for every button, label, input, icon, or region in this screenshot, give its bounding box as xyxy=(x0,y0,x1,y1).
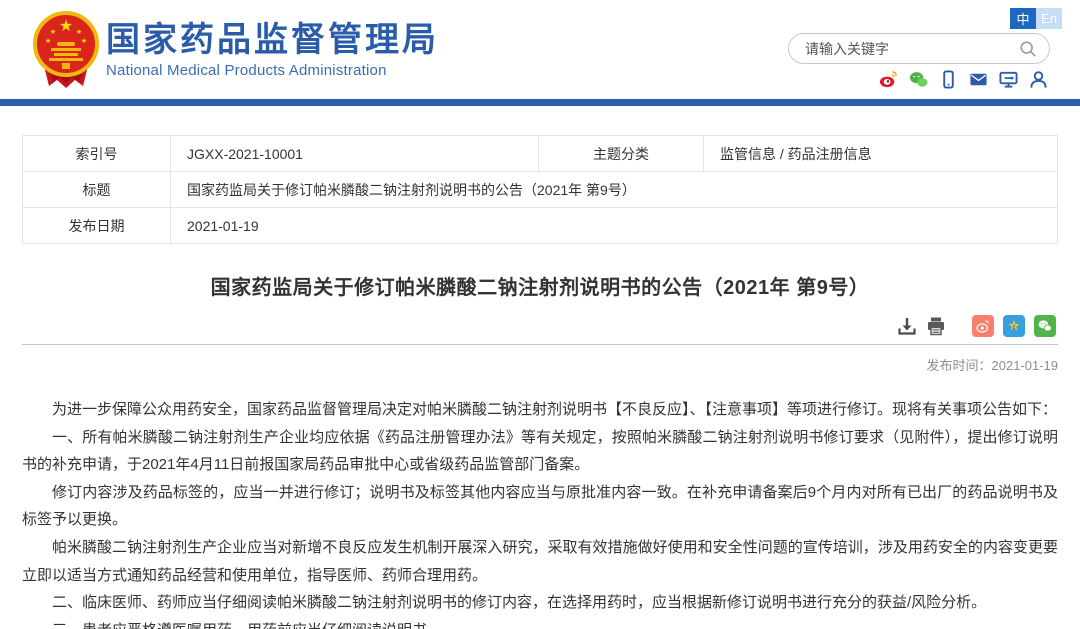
share-weibo-icon[interactable] xyxy=(972,315,994,337)
page-title: 国家药监局关于修订帕米膦酸二钠注射剂说明书的公告（2021年 第9号） xyxy=(22,271,1058,300)
wechat-icon[interactable] xyxy=(909,70,928,89)
paragraph: 帕米膦酸二钠注射剂生产企业应当对新增不良反应发生机制开展深入研究，采取有效措施做… xyxy=(22,534,1058,589)
search-input[interactable] xyxy=(805,41,1019,57)
share-qzone-icon[interactable]: ★ z xyxy=(1003,315,1025,337)
svg-text:★: ★ xyxy=(50,28,56,36)
site-header: ★ ★ ★ ★ ★ 国家药品监督管理局 National Medical Pro… xyxy=(0,0,1080,99)
search-icon[interactable] xyxy=(1019,40,1037,58)
article-actions: ★ z xyxy=(22,315,1058,337)
publish-time-label: 发布时间： xyxy=(926,358,991,373)
article-body: 为进一步保障公众用药安全，国家药品监督管理局决定对帕米膦酸二钠注射剂说明书【不良… xyxy=(22,396,1058,629)
paragraph: 修订内容涉及药品标签的，应当一并进行修订；说明书及标签其他内容应当与原批准内容一… xyxy=(22,479,1058,534)
svg-text:★: ★ xyxy=(59,18,73,35)
lang-zh-button[interactable]: 中 xyxy=(1010,8,1036,29)
content-area: 索引号 JGXX-2021-10001 主题分类 监管信息 / 药品注册信息 标… xyxy=(0,135,1080,629)
title-value: 国家药监局关于修订帕米膦酸二钠注射剂说明书的公告（2021年 第9号） xyxy=(171,172,1058,208)
svg-text:★: ★ xyxy=(81,37,87,45)
svg-text:★: ★ xyxy=(76,28,82,36)
document-info-table: 索引号 JGXX-2021-10001 主题分类 监管信息 / 药品注册信息 标… xyxy=(22,135,1058,244)
topic-category-value: 监管信息 / 药品注册信息 xyxy=(704,136,1058,172)
download-icon[interactable] xyxy=(897,316,917,336)
mobile-icon[interactable] xyxy=(939,70,958,89)
index-number-label: 索引号 xyxy=(23,136,171,172)
site-title-cn: 国家药品监督管理局 xyxy=(106,22,439,59)
svg-text:z: z xyxy=(1012,324,1015,331)
publish-time: 发布时间：2021-01-19 xyxy=(22,355,1058,374)
brand-block: 国家药品监督管理局 National Medical Products Admi… xyxy=(106,22,439,79)
index-number-value: JGXX-2021-10001 xyxy=(171,136,539,172)
national-emblem-logo: ★ ★ ★ ★ ★ xyxy=(33,10,99,92)
paragraph: 为进一步保障公众用药安全，国家药品监督管理局决定对帕米膦酸二钠注射剂说明书【不良… xyxy=(22,396,1058,424)
publish-date-value: 2021-01-19 xyxy=(171,208,1058,244)
message-board-icon[interactable] xyxy=(999,70,1018,89)
language-toggle: 中 En xyxy=(1010,8,1062,29)
paragraph: 二、临床医师、药师应当仔细阅读帕米膦酸二钠注射剂说明书的修订内容，在选择用药时，… xyxy=(22,589,1058,617)
site-title-en: National Medical Products Administration xyxy=(106,62,439,79)
print-icon[interactable] xyxy=(926,316,946,336)
publish-time-value: 2021-01-19 xyxy=(992,358,1059,373)
user-icon[interactable] xyxy=(1029,70,1048,89)
mail-icon[interactable] xyxy=(969,70,988,89)
search-box xyxy=(788,33,1050,64)
svg-text:★: ★ xyxy=(45,37,51,45)
table-row: 标题 国家药监局关于修订帕米膦酸二钠注射剂说明书的公告（2021年 第9号） xyxy=(23,172,1058,208)
weibo-icon[interactable] xyxy=(879,70,898,89)
lang-en-button[interactable]: En xyxy=(1036,8,1062,29)
title-label: 标题 xyxy=(23,172,171,208)
paragraph: 一、所有帕米膦酸二钠注射剂生产企业均应依据《药品注册管理办法》等有关规定，按照帕… xyxy=(22,424,1058,479)
publish-date-label: 发布日期 xyxy=(23,208,171,244)
title-divider xyxy=(22,344,1058,345)
header-divider-bar xyxy=(0,99,1080,106)
topic-category-label: 主题分类 xyxy=(539,136,704,172)
paragraph: 三、患者应严格遵医嘱用药，用药前应当仔细阅读说明书。 xyxy=(22,617,1058,629)
share-wechat-icon[interactable] xyxy=(1034,315,1056,337)
table-row: 发布日期 2021-01-19 xyxy=(23,208,1058,244)
page: ★ ★ ★ ★ ★ 国家药品监督管理局 National Medical Pro… xyxy=(0,0,1080,629)
social-links xyxy=(879,70,1048,89)
table-row: 索引号 JGXX-2021-10001 主题分类 监管信息 / 药品注册信息 xyxy=(23,136,1058,172)
